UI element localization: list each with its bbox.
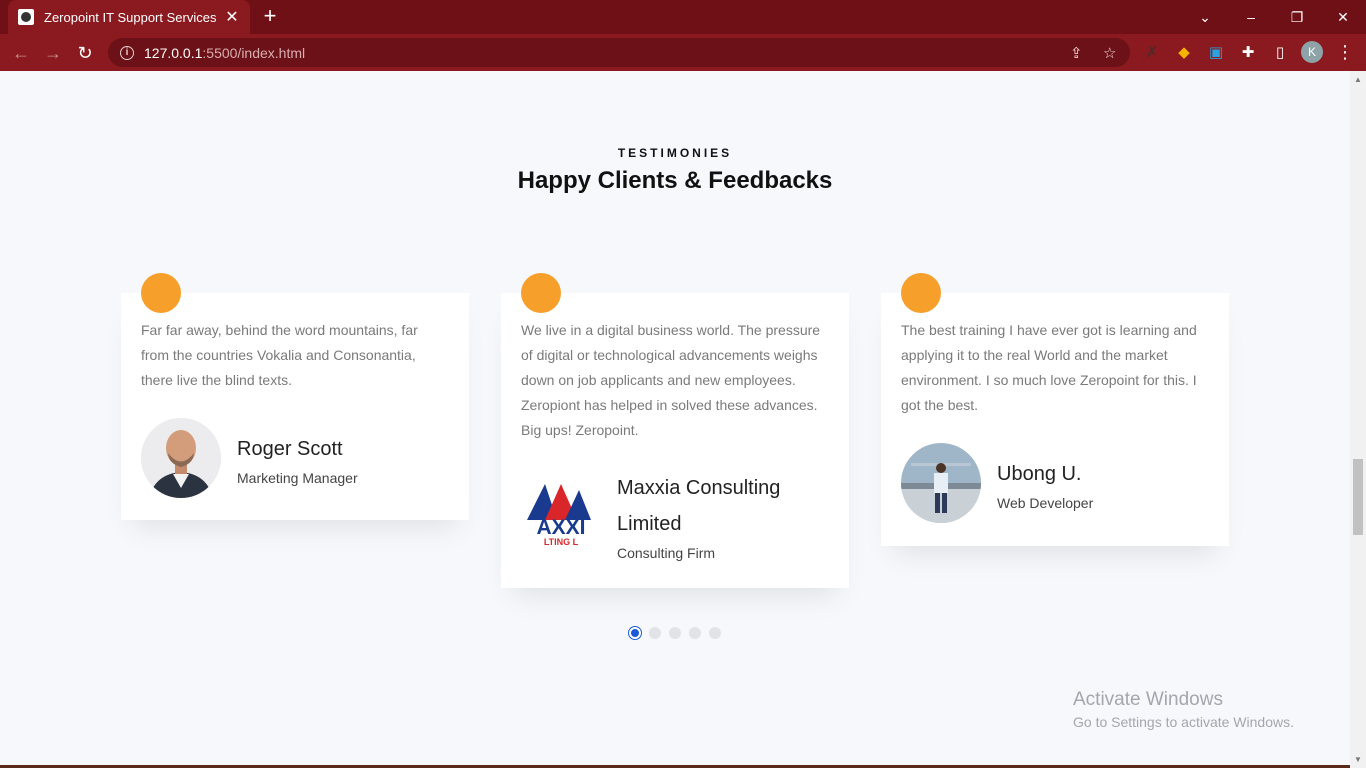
scroll-down-icon[interactable]: ▼ [1354,755,1362,764]
browser-toolbar: ← → ↻ i 127.0.0.1:5500/index.html ⇪ ☆ ✗ … [0,34,1366,71]
url-host: 127.0.0.1 [144,44,203,61]
section-eyebrow: TESTIMONIES [617,146,733,160]
close-tab-icon[interactable]: ✕ [224,7,240,27]
extension-translate-icon[interactable]: ▣ [1206,42,1226,62]
site-favicon-icon [18,9,34,25]
minimize-icon[interactable]: – [1228,0,1274,34]
extension-x-icon[interactable]: ✗ [1142,42,1162,62]
back-icon[interactable]: ← [8,40,34,66]
quote-badge-icon [901,273,941,313]
extensions-puzzle-icon[interactable]: ✚ [1238,42,1258,62]
author-name: Maxxia Consulting Limited [617,477,781,535]
watermark-title: Activate Windows [1073,689,1223,710]
page-scrollbar[interactable]: ▲ ▼ [1350,71,1366,768]
testimonial-text: We live in a digital business world. The… [521,322,821,438]
browser-menu-icon[interactable]: ⋮ [1336,41,1354,63]
author-role: Marketing Manager [237,469,358,486]
testimonial-author: Roger Scott Marketing Manager [141,418,449,498]
browser-titlebar: Zeropoint IT Support Services ✕ + ⌄ – ❐ … [0,0,1366,34]
logo-subtext: LTING L [544,537,579,547]
carousel-dot-2[interactable] [649,627,661,639]
author-role: Web Developer [997,494,1094,511]
url-path: :5500/index.html [202,44,306,61]
section-title: Happy Clients & Feedbacks [517,167,833,194]
quote-badge-icon [521,273,561,313]
testimonial-author: AXXI LTING L Maxxia Consulting Limited C… [521,470,829,561]
maxxia-logo: AXXI LTING L [521,475,601,556]
scrollbar-thumb[interactable] [1353,459,1363,535]
quote-badge-icon [141,273,181,313]
scroll-up-icon[interactable]: ▲ [1354,75,1362,84]
testimonial-author: Ubong U. Web Developer [901,443,1209,523]
testimonial-card: Far far away, behind the word mountains,… [121,273,469,520]
carousel-dot-4[interactable] [689,627,701,639]
profile-avatar[interactable]: K [1301,41,1323,63]
share-icon[interactable]: ⇪ [1070,44,1083,62]
logo-text: AXXI [536,516,585,539]
author-role: Consulting Firm [617,545,716,561]
watermark-subtitle: Go to Settings to activate Windows. [1073,714,1294,730]
tab-title: Zeropoint IT Support Services [44,9,217,25]
extension-color-icon[interactable]: ◆ [1174,42,1194,62]
forward-icon[interactable]: → [40,40,66,66]
carousel-dot-1[interactable] [629,627,641,639]
testimonial-card: The best training I have ever got is lea… [881,273,1229,546]
carousel-dot-3[interactable] [669,627,681,639]
reload-icon[interactable]: ↻ [72,40,98,66]
side-panel-icon[interactable]: ▯ [1270,42,1290,62]
testimonial-card: We live in a digital business world. The… [501,273,849,588]
restore-icon[interactable]: ❐ [1274,0,1320,34]
avatar-ubong-u [901,443,981,523]
author-name: Ubong U. [997,462,1082,485]
site-info-icon[interactable]: i [120,45,134,60]
new-tab-icon[interactable]: + [258,5,282,29]
close-window-icon[interactable]: ✕ [1320,0,1366,34]
url-text[interactable]: 127.0.0.1:5500/index.html [144,45,305,61]
testimonial-text: Far far away, behind the word mountains,… [141,322,418,388]
browser-tab[interactable]: Zeropoint IT Support Services ✕ [8,0,250,34]
avatar-roger-scott [141,418,221,498]
author-name: Roger Scott [237,437,343,460]
tab-search-icon[interactable]: ⌄ [1182,0,1228,34]
carousel-dot-5[interactable] [709,627,721,639]
windows-activation-watermark: Activate Windows Go to Settings to activ… [1073,689,1294,730]
bookmark-star-icon[interactable]: ☆ [1103,44,1116,62]
carousel-pagination [0,627,1350,639]
address-bar[interactable]: i 127.0.0.1:5500/index.html ⇪ ☆ [108,38,1130,67]
page-viewport: TESTIMONIES Happy Clients & Feedbacks Fa… [0,71,1350,768]
testimonial-text: The best training I have ever got is lea… [901,322,1197,413]
